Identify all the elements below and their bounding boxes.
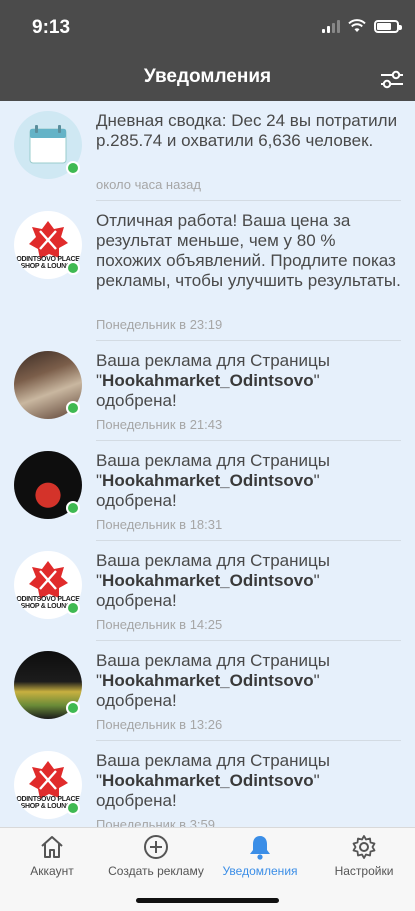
gear-icon (352, 835, 376, 859)
tab-label: Создать рекламу (108, 864, 204, 878)
tab-settings[interactable]: Настройки (312, 833, 415, 878)
notification-item[interactable]: ODINTSOVO PLACE SHOP & LOUNGE Ваша реклам… (0, 741, 415, 827)
notification-time: Понедельник в 18:31 (96, 517, 223, 532)
online-status-dot (66, 801, 80, 815)
page-name: Hookahmarket_Odintsovo (102, 371, 314, 390)
home-indicator (136, 898, 279, 903)
notification-item[interactable]: Дневная сводка: Dec 24 вы потратили р.28… (0, 101, 415, 201)
notification-item[interactable]: Ваша реклама для Страницы "Hookahmarket_… (0, 441, 415, 541)
notification-text: Ваша реклама для Страницы "Hookahmarket_… (96, 351, 330, 410)
bell-icon (250, 836, 270, 860)
battery-icon (374, 19, 402, 33)
tab-label: Аккаунт (30, 864, 74, 878)
online-status-dot (66, 601, 80, 615)
notification-time: около часа назад (96, 177, 201, 192)
notification-item[interactable]: ODINTSOVO PLACE SHOP & LOUNGE Отличная ра… (0, 201, 415, 341)
online-status-dot (66, 261, 80, 275)
notification-item[interactable]: Ваша реклама для Страницы "Hookahmarket_… (0, 341, 415, 441)
status-time: 9:13 (32, 17, 71, 38)
home-icon (41, 836, 63, 858)
plus-circle-icon (144, 835, 168, 859)
notification-text: Дневная сводка: Dec 24 вы потратили р.28… (96, 111, 398, 150)
navigation-bar: Уведомления (0, 56, 415, 101)
logo-mark-icon (29, 220, 68, 259)
status-bar: 9:13 (0, 0, 415, 56)
notification-list[interactable]: Дневная сводка: Dec 24 вы потратили р.28… (0, 101, 415, 827)
notification-item[interactable]: Ваша реклама для Страницы "Hookahmarket_… (0, 641, 415, 741)
notification-text: Ваша реклама для Страницы "Hookahmarket_… (96, 451, 330, 510)
tab-label: Настройки (334, 864, 394, 878)
page-name: Hookahmarket_Odintsovo (102, 571, 314, 590)
notification-item[interactable]: ODINTSOVO PLACE SHOP & LOUNGE Ваша реклам… (0, 541, 415, 641)
page-name: Hookahmarket_Odintsovo (102, 671, 314, 690)
online-status-dot (66, 501, 80, 515)
notification-text: Ваша реклама для Страницы "Hookahmarket_… (96, 751, 330, 810)
online-status-dot (66, 161, 80, 175)
page-name: Hookahmarket_Odintsovo (102, 471, 314, 490)
logo-mark-icon (29, 760, 68, 799)
notification-time: Понедельник в 23:19 (96, 317, 223, 332)
tab-notifications[interactable]: Уведомления (208, 833, 312, 878)
logo-mark-icon (29, 560, 68, 599)
notification-text: Отличная работа! Ваша цена за результат … (96, 211, 401, 290)
notification-time: Понедельник в 14:25 (96, 617, 223, 632)
notification-time: Понедельник в 13:26 (96, 717, 223, 732)
signal-icon (322, 19, 340, 33)
notification-time: Понедельник в 3:59 (96, 817, 215, 827)
notification-text: Ваша реклама для Страницы "Hookahmarket_… (96, 551, 330, 610)
online-status-dot (66, 701, 80, 715)
notification-text: Ваша реклама для Страницы "Hookahmarket_… (96, 651, 330, 710)
tab-account[interactable]: Аккаунт (0, 833, 104, 878)
notification-time: Понедельник в 21:43 (96, 417, 223, 432)
page-title: Уведомления (143, 66, 272, 87)
tab-label: Уведомления (222, 864, 298, 878)
page-name: Hookahmarket_Odintsovo (102, 771, 314, 790)
filter-settings-icon[interactable] (379, 66, 405, 92)
status-icons (322, 19, 402, 33)
online-status-dot (66, 401, 80, 415)
tab-create-ad[interactable]: Создать рекламу (104, 833, 208, 878)
wifi-icon (348, 19, 366, 32)
